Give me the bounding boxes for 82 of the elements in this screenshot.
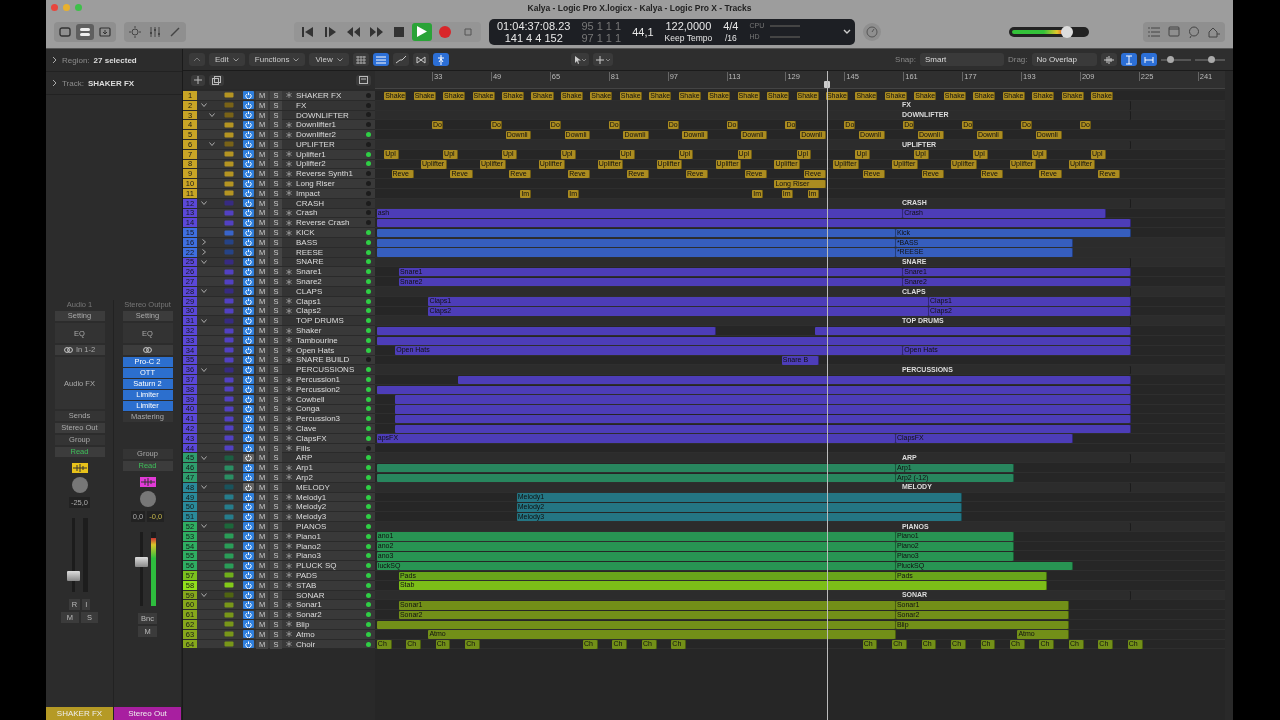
region-value: 27 selected xyxy=(93,55,137,65)
lcd-sample-rate: 44,1 xyxy=(632,25,654,38)
track-name[interactable]: SNARE xyxy=(293,257,362,267)
track-name[interactable]: SONAR xyxy=(293,590,362,600)
track-name[interactable]: PADS xyxy=(293,570,362,580)
channel-name: SHAKER FX xyxy=(46,707,113,720)
track-name[interactable]: CLAPS xyxy=(293,286,362,296)
track-name[interactable]: Piano3 xyxy=(293,551,362,561)
menu-button[interactable]: Edit xyxy=(209,53,245,66)
track-name[interactable]: TOP DRUMS xyxy=(293,316,362,326)
region-inspector-header[interactable]: Region: 27 selected xyxy=(46,49,182,72)
track-value: SHAKER FX xyxy=(87,78,135,88)
lcd-division: /16 xyxy=(724,31,737,44)
menu-button[interactable]: View xyxy=(309,53,349,66)
track-name[interactable]: ARP xyxy=(293,453,362,463)
track-name[interactable]: PLUCK SQ xyxy=(293,561,362,571)
track-name[interactable]: Blip xyxy=(293,619,362,629)
track-name[interactable]: Sonar1 xyxy=(293,600,362,610)
track-name[interactable]: FX xyxy=(293,100,362,110)
track-name[interactable]: CRASH xyxy=(293,198,362,208)
track-name[interactable]: SNARE BUILD xyxy=(293,355,362,365)
track-name[interactable]: Snare2 xyxy=(293,277,362,287)
track-name[interactable]: MELODY xyxy=(293,482,362,492)
drag-dropdown[interactable]: No Overlap xyxy=(1031,53,1097,66)
drag-label: Drag: xyxy=(1007,55,1028,64)
track-name[interactable]: Downlifter2 xyxy=(293,130,362,140)
track-name[interactable]: ClapsFX xyxy=(293,433,362,443)
track-name[interactable]: Melody3 xyxy=(293,512,362,522)
region-label: Region: xyxy=(62,55,90,65)
track-name[interactable]: Percussion3 xyxy=(293,414,362,424)
track-name[interactable]: Long Riser xyxy=(293,179,362,189)
track-name[interactable]: Percussion2 xyxy=(293,384,362,394)
lcd-bars: 141 4 4 152 xyxy=(504,31,563,44)
menu-button[interactable]: Functions xyxy=(248,53,306,66)
lcd-tempo-mode: Keep Tempo xyxy=(664,32,713,44)
lcd-locator-start: 95 1 1 1 xyxy=(581,19,622,32)
track-label: Track: xyxy=(62,78,84,88)
track-name[interactable]: Melody1 xyxy=(293,492,362,502)
track-name[interactable]: DOWNLIFTER xyxy=(293,110,362,120)
track-name[interactable]: Sonar2 xyxy=(293,610,362,620)
track-name[interactable]: Impact xyxy=(293,188,362,198)
track-name[interactable]: KICK xyxy=(293,228,362,238)
lcd-tempo: 122,0000 xyxy=(665,19,712,32)
track-inspector-header[interactable]: Track: SHAKER FX xyxy=(46,72,182,95)
channel-name: Stereo Out xyxy=(114,707,181,720)
track-name[interactable]: Atmo xyxy=(293,629,362,639)
track-name[interactable]: Choir xyxy=(293,639,362,649)
track-name[interactable]: Arp1 xyxy=(293,463,362,473)
track-name[interactable]: Percussion1 xyxy=(293,375,362,384)
track-name[interactable]: Downlifter1 xyxy=(293,120,362,130)
track-name[interactable]: Reverse Synth1 xyxy=(293,169,362,179)
track-name[interactable]: Uplifter1 xyxy=(293,149,362,159)
track-name[interactable]: PERCUSSIONS xyxy=(293,365,362,375)
track-name[interactable]: Shaker xyxy=(293,326,362,336)
track-name[interactable]: Claps1 xyxy=(293,296,362,306)
track-name[interactable]: Piano1 xyxy=(293,531,362,541)
track-name[interactable]: Melody2 xyxy=(293,502,362,512)
track-name[interactable]: BASS xyxy=(293,237,362,247)
track-name[interactable]: Reverse Crash xyxy=(293,218,362,228)
window-title: Kalya - Logic Pro X.logicx - Kalya - Logic Pro X - Tracks xyxy=(526,2,753,13)
track-name[interactable]: Cowbell xyxy=(293,394,362,404)
track-name[interactable]: UPLIFTER xyxy=(293,139,362,149)
track-name[interactable]: Open Hats xyxy=(293,345,362,355)
track-name[interactable]: Clave xyxy=(293,424,362,433)
track-name[interactable]: PIANOS xyxy=(293,521,362,531)
track-name[interactable]: Arp2 xyxy=(293,473,362,482)
snap-label: Snap: xyxy=(895,55,916,64)
track-name[interactable]: SHAKER FX xyxy=(293,90,362,100)
track-name[interactable]: Claps2 xyxy=(293,306,362,316)
track-name[interactable]: REESE xyxy=(293,247,362,257)
lcd-locator-end: 97 1 1 1 xyxy=(581,31,622,44)
track-name[interactable]: Fills xyxy=(293,443,362,453)
track-name[interactable]: Conga xyxy=(293,404,362,414)
track-name[interactable]: Uplifter2 xyxy=(293,159,362,169)
snap-dropdown[interactable]: Smart xyxy=(919,53,1004,66)
lcd-signature: 4/4 xyxy=(723,19,739,32)
lcd-time: 01:04:37:08.23 xyxy=(497,19,571,32)
track-name[interactable]: STAB xyxy=(293,580,362,590)
track-name[interactable]: Snare1 xyxy=(293,267,362,277)
track-name[interactable]: Tambourine xyxy=(293,335,362,345)
track-name[interactable]: Crash xyxy=(293,208,362,218)
track-name[interactable]: Piano2 xyxy=(293,541,362,551)
